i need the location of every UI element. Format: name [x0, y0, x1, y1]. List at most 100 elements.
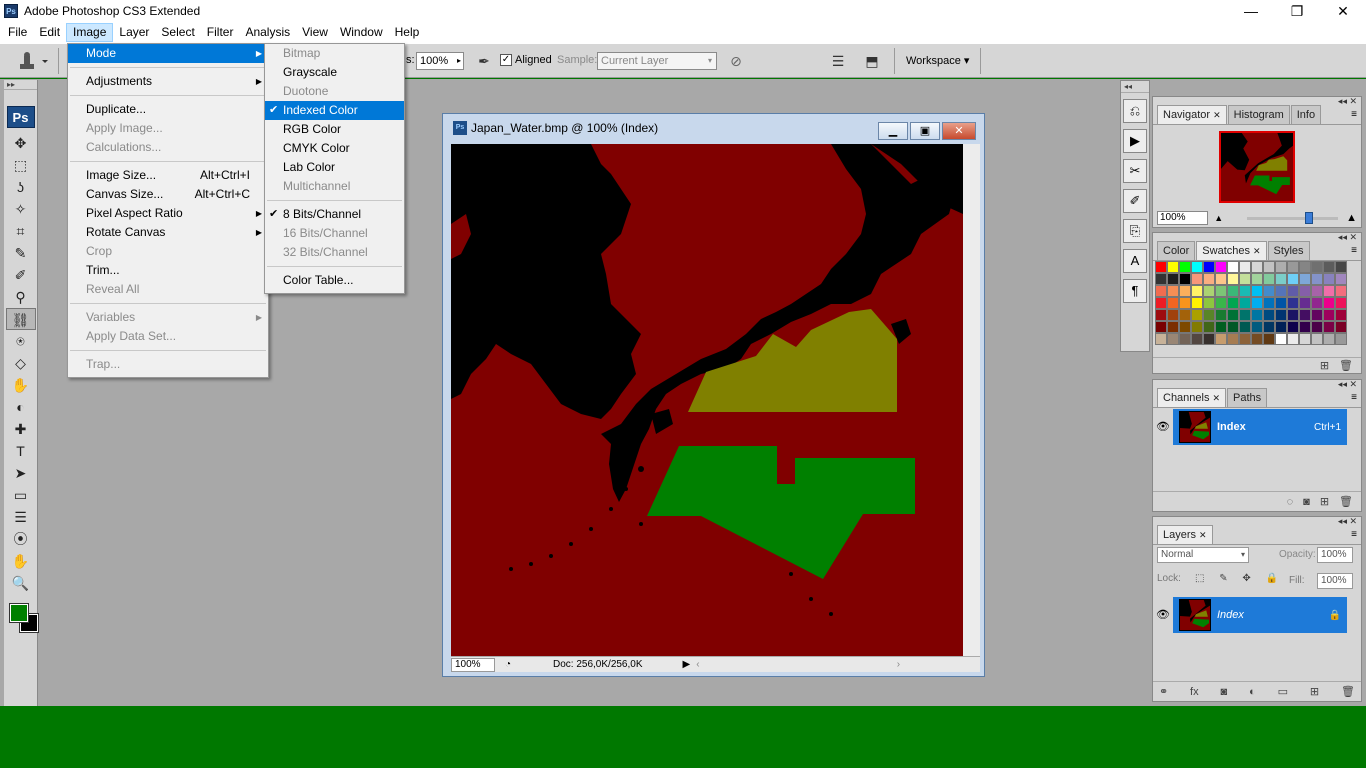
color-swatch[interactable] [1215, 285, 1227, 297]
color-swatch[interactable] [1215, 333, 1227, 345]
tab-layers[interactable]: Layers ✕ [1157, 525, 1213, 544]
menu-view[interactable]: View [296, 23, 334, 42]
layer-mask-icon[interactable]: ◙ [1221, 686, 1228, 698]
navigator-thumbnail[interactable] [1219, 131, 1295, 203]
color-swatch[interactable] [1179, 309, 1191, 321]
foreground-color-swatch[interactable] [8, 603, 29, 623]
menu-filter[interactable]: Filter [201, 23, 240, 42]
color-swatch[interactable] [1215, 309, 1227, 321]
eyedropper-tool-icon[interactable]: ⦿ [6, 528, 36, 550]
history-brush-tool-icon[interactable]: ⍟ [6, 330, 36, 352]
menu-image[interactable]: Image [66, 23, 114, 42]
color-swatch[interactable] [1299, 333, 1311, 345]
color-swatch[interactable] [1323, 297, 1335, 309]
crop-tool-icon[interactable]: ⌗ [6, 220, 36, 242]
color-swatch[interactable] [1167, 333, 1179, 345]
color-swatch[interactable] [1275, 297, 1287, 309]
color-swatch[interactable] [1311, 297, 1323, 309]
eye-icon[interactable]: 👁 [1153, 409, 1173, 445]
status-menu-arrow-icon[interactable]: ▶ [683, 659, 691, 670]
tab-paths[interactable]: Paths [1227, 388, 1268, 407]
tab-swatches[interactable]: Swatches ✕ [1196, 241, 1267, 260]
menu-select[interactable]: Select [155, 23, 200, 42]
brush-tool-icon[interactable]: ⚲ [6, 286, 36, 308]
doc-minimize-button[interactable]: ▁ [878, 122, 908, 140]
navigator-zoom-slider[interactable] [1247, 211, 1339, 224]
mode-menu-item-color-table[interactable]: Color Table... [265, 271, 404, 290]
color-swatch[interactable] [1251, 285, 1263, 297]
color-swatch[interactable] [1275, 273, 1287, 285]
channel-row-index[interactable]: 👁 Index Ctrl+1 [1153, 409, 1347, 445]
color-swatch[interactable] [1251, 333, 1263, 345]
color-swatch[interactable] [1227, 273, 1239, 285]
aligned-checkbox[interactable]: ✓ [500, 54, 512, 66]
magic-wand-tool-icon[interactable]: ✧ [6, 198, 36, 220]
opacity-field[interactable]: 100% ▸ [416, 52, 464, 70]
color-swatch[interactable] [1335, 297, 1347, 309]
close-button[interactable]: ✕ [1320, 0, 1366, 22]
panel-strip-grip[interactable]: ◂◂ [1121, 81, 1149, 93]
color-swatch[interactable] [1263, 261, 1275, 273]
layer-style-icon[interactable]: fx [1190, 686, 1199, 698]
color-swatch[interactable] [1335, 261, 1347, 273]
panel-collapse-icon[interactable]: ◂◂ ✕ [1338, 232, 1357, 243]
color-swatch[interactable] [1203, 309, 1215, 321]
image-menu-item-pixel-aspect-ratio[interactable]: Pixel Aspect Ratio ▶ [68, 204, 268, 223]
color-swatch[interactable] [1167, 285, 1179, 297]
color-swatch[interactable] [1227, 333, 1239, 345]
color-swatch[interactable] [1263, 297, 1275, 309]
adjustment-layer-icon[interactable]: ◐ [1249, 686, 1256, 698]
color-swatch[interactable] [1203, 261, 1215, 273]
color-swatch[interactable] [1323, 309, 1335, 321]
mode-menu-item-8-bits-channel[interactable]: ✔ 8 Bits/Channel [265, 205, 404, 224]
color-swatch[interactable] [1203, 285, 1215, 297]
workspace-menu[interactable]: Workspace ▾ [906, 54, 969, 67]
panel-menu-icon[interactable]: ≡ [1351, 529, 1357, 540]
color-swatch[interactable] [1167, 297, 1179, 309]
color-swatch[interactable] [1239, 333, 1251, 345]
blur-tool-icon[interactable]: ◐ [6, 396, 36, 418]
color-swatch[interactable] [1179, 261, 1191, 273]
color-swatch[interactable] [1239, 273, 1251, 285]
color-swatch[interactable] [1155, 297, 1167, 309]
panel-menu-icon[interactable]: ≡ [1351, 392, 1357, 403]
mode-menu-item-rgb-color[interactable]: RGB Color [265, 120, 404, 139]
color-swatch[interactable] [1215, 297, 1227, 309]
menu-layer[interactable]: Layer [113, 23, 155, 42]
color-swatch[interactable] [1311, 321, 1323, 333]
character-panel-icon[interactable]: A [1123, 249, 1147, 273]
color-swatch[interactable] [1191, 285, 1203, 297]
color-swatch[interactable] [1311, 261, 1323, 273]
color-swatch[interactable] [1155, 333, 1167, 345]
bridge-icon[interactable]: ⬒ [862, 52, 882, 70]
paragraph-panel-icon[interactable]: ¶ [1123, 279, 1147, 303]
tool-preset-picker[interactable] [10, 50, 50, 72]
color-swatch[interactable] [1323, 321, 1335, 333]
color-swatch[interactable] [1287, 321, 1299, 333]
menu-file[interactable]: File [2, 23, 33, 42]
tab-histogram[interactable]: Histogram [1227, 105, 1290, 124]
color-swatch[interactable] [1227, 297, 1239, 309]
zoom-field[interactable]: 100% [451, 657, 495, 672]
image-menu-item-adjustments[interactable]: Adjustments ▶ [68, 72, 268, 91]
color-swatch[interactable] [1227, 309, 1239, 321]
path-selection-tool-icon[interactable]: ➤ [6, 462, 36, 484]
color-swatch[interactable] [1287, 297, 1299, 309]
color-swatch[interactable] [1311, 285, 1323, 297]
zoom-tool-icon[interactable]: 🔍 [6, 572, 36, 594]
doc-maximize-button[interactable]: ▣ [910, 122, 940, 140]
palette-well-icon[interactable]: ☰ [828, 52, 848, 70]
color-swatch[interactable] [1215, 321, 1227, 333]
image-menu-item-canvas-size[interactable]: Canvas Size... Alt+Ctrl+C [68, 185, 268, 204]
ps-logo-icon[interactable]: Ps [6, 106, 35, 128]
color-swatch[interactable] [1191, 333, 1203, 345]
layer-row-index[interactable]: 👁 Index 🔒 [1153, 597, 1347, 633]
color-swatch[interactable] [1203, 321, 1215, 333]
dodge-tool-icon[interactable]: ✚ [6, 418, 36, 440]
restore-button[interactable]: ❐ [1274, 0, 1320, 22]
color-swatch[interactable] [1275, 333, 1287, 345]
delete-layer-icon[interactable]: 🗑 [1341, 685, 1355, 698]
new-channel-icon[interactable]: ⊞ [1320, 495, 1329, 508]
ignore-adjustment-layers-icon[interactable]: ⊘ [726, 52, 746, 70]
color-swatch[interactable] [1299, 285, 1311, 297]
